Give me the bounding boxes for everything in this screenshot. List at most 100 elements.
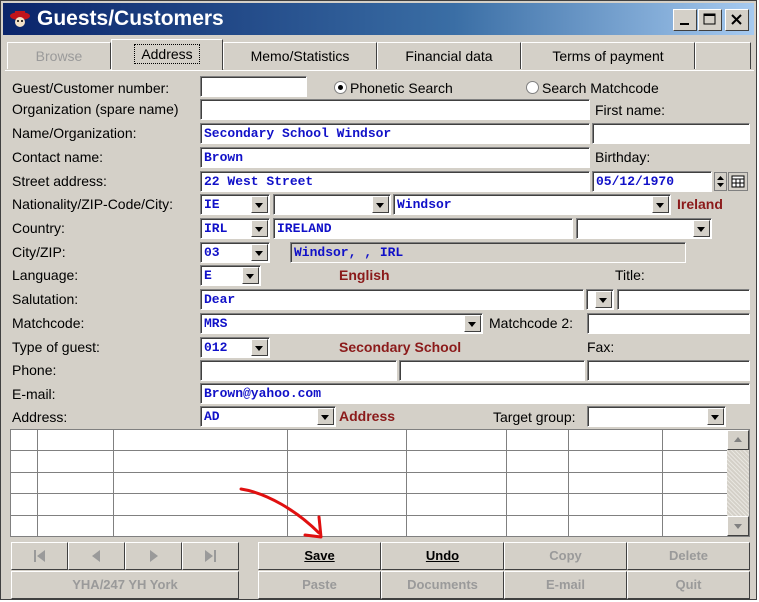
address-combo[interactable]: AD	[200, 406, 336, 427]
calendar-button[interactable]	[728, 172, 748, 191]
type-of-guest-combo[interactable]: 012	[200, 337, 270, 358]
city-zip-code-value: 03	[204, 245, 220, 260]
quit-button[interactable]: Quit	[627, 571, 750, 599]
address-code-value: AD	[204, 409, 220, 424]
matchcode-combo[interactable]: MRS	[200, 313, 483, 334]
panel-top-edge	[5, 70, 754, 71]
label-first-name: First name:	[595, 102, 666, 118]
chevron-down-icon[interactable]	[251, 244, 268, 261]
street-address-input[interactable]: 22 West Street	[200, 171, 590, 192]
copy-button[interactable]: Copy	[504, 542, 627, 570]
chevron-down-icon[interactable]	[652, 196, 669, 213]
paste-button[interactable]: Paste	[258, 571, 381, 599]
target-group-combo[interactable]	[587, 406, 726, 427]
chevron-down-icon[interactable]	[251, 220, 268, 237]
maximize-button[interactable]	[698, 9, 722, 31]
city-value: Windsor	[397, 197, 452, 212]
label-contact-name: Contact name:	[12, 149, 104, 165]
label-guest-number: Guest/Customer number:	[12, 80, 170, 96]
matchcode-2-input[interactable]	[587, 313, 750, 334]
birthday-input[interactable]: 05/12/1970	[592, 171, 712, 192]
scroll-down-button[interactable]	[727, 516, 749, 536]
contact-name-input[interactable]: Brown	[200, 147, 590, 168]
tab-terms-of-payment[interactable]: Terms of payment	[521, 42, 695, 69]
chevron-down-icon[interactable]	[251, 339, 268, 356]
email-button[interactable]: E-mail	[504, 571, 627, 599]
label-name-organization: Name/Organization:	[12, 125, 137, 141]
country-extra-combo[interactable]	[576, 218, 712, 239]
birthday-spinner[interactable]	[714, 172, 727, 191]
salutation-input[interactable]: Dear	[200, 289, 584, 310]
country-name-input[interactable]: IRELAND	[273, 218, 573, 239]
tab-memo-statistics[interactable]: Memo/Statistics	[223, 42, 377, 69]
scroll-up-button[interactable]	[727, 430, 749, 450]
data-grid[interactable]	[10, 429, 750, 537]
fax-input[interactable]	[587, 360, 750, 381]
chevron-down-icon[interactable]	[595, 291, 612, 308]
label-organization-spare: Organization (spare name)	[12, 101, 179, 117]
nationality-name: Ireland	[677, 196, 723, 212]
previous-record-button[interactable]	[68, 542, 125, 570]
name-organization-input[interactable]: Secondary School Windsor	[200, 123, 590, 144]
search-matchcode-label[interactable]: Search Matchcode	[542, 80, 659, 96]
language-code-value: E	[204, 268, 212, 283]
country-code-value: IRL	[204, 221, 228, 236]
nationality-code-combo[interactable]: IE	[200, 194, 270, 215]
triangle-up-icon	[734, 437, 742, 442]
label-city-zip: City/ZIP:	[12, 244, 66, 260]
tab-financial-label: Financial data	[405, 48, 493, 64]
phone-input-2[interactable]	[399, 360, 585, 381]
title-bar[interactable]: Guests/Customers	[3, 3, 754, 35]
tab-address[interactable]: Address	[111, 39, 223, 70]
spinner-arrows-icon	[717, 176, 724, 187]
label-language: Language:	[12, 267, 79, 283]
organization-spare-input[interactable]	[200, 99, 590, 120]
first-record-button[interactable]	[11, 542, 68, 570]
chevron-down-icon[interactable]	[464, 315, 481, 332]
close-button[interactable]	[725, 9, 749, 31]
tab-financial-data[interactable]: Financial data	[377, 42, 521, 69]
minimize-icon	[680, 23, 689, 25]
tab-memo-label: Memo/Statistics	[250, 48, 350, 64]
language-combo[interactable]: E	[200, 265, 261, 286]
email-input[interactable]: Brown@yahoo.com	[200, 383, 750, 404]
label-fax: Fax:	[587, 339, 615, 355]
grid-lines	[11, 430, 727, 536]
chevron-down-icon[interactable]	[317, 408, 334, 425]
last-record-button[interactable]	[182, 542, 239, 570]
chevron-down-icon[interactable]	[242, 267, 259, 284]
delete-button[interactable]: Delete	[627, 542, 750, 570]
country-code-combo[interactable]: IRL	[200, 218, 270, 239]
minimize-button[interactable]	[673, 9, 697, 31]
title-input[interactable]	[617, 289, 750, 310]
chevron-down-icon[interactable]	[693, 220, 710, 237]
address-name: Address	[339, 408, 396, 424]
grid-vertical-scrollbar[interactable]	[727, 430, 749, 536]
chevron-down-icon[interactable]	[707, 408, 724, 425]
documents-button[interactable]: Documents	[381, 571, 504, 599]
search-matchcode-radio[interactable]	[526, 81, 539, 94]
label-nationality: Nationality/ZIP-Code/City:	[12, 196, 174, 212]
city-combo[interactable]: Windsor	[393, 194, 671, 215]
label-type-of-guest: Type of guest:	[12, 339, 100, 355]
skip-first-icon	[34, 550, 45, 562]
salutation-extra-combo[interactable]	[586, 289, 614, 310]
first-name-input[interactable]	[592, 123, 750, 144]
phone-input-1[interactable]	[200, 360, 397, 381]
label-matchcode: Matchcode:	[12, 315, 85, 331]
label-salutation: Salutation:	[12, 291, 79, 307]
chevron-down-icon[interactable]	[251, 196, 268, 213]
tab-browse[interactable]: Browse	[7, 42, 111, 69]
location-button[interactable]: YHA/247 YH York	[11, 571, 239, 599]
chevron-down-icon[interactable]	[372, 196, 389, 213]
zip-code-combo[interactable]	[273, 194, 391, 215]
window-title: Guests/Customers	[37, 7, 224, 30]
phonetic-search-label[interactable]: Phonetic Search	[350, 80, 453, 96]
next-record-button[interactable]	[125, 542, 182, 570]
city-zip-combo[interactable]: 03	[200, 242, 270, 263]
phonetic-search-radio[interactable]	[334, 81, 347, 94]
tab-terms-label: Terms of payment	[552, 48, 664, 64]
guest-number-input[interactable]	[200, 76, 307, 97]
label-country: Country:	[12, 220, 65, 236]
undo-button[interactable]: Undo	[381, 542, 504, 570]
